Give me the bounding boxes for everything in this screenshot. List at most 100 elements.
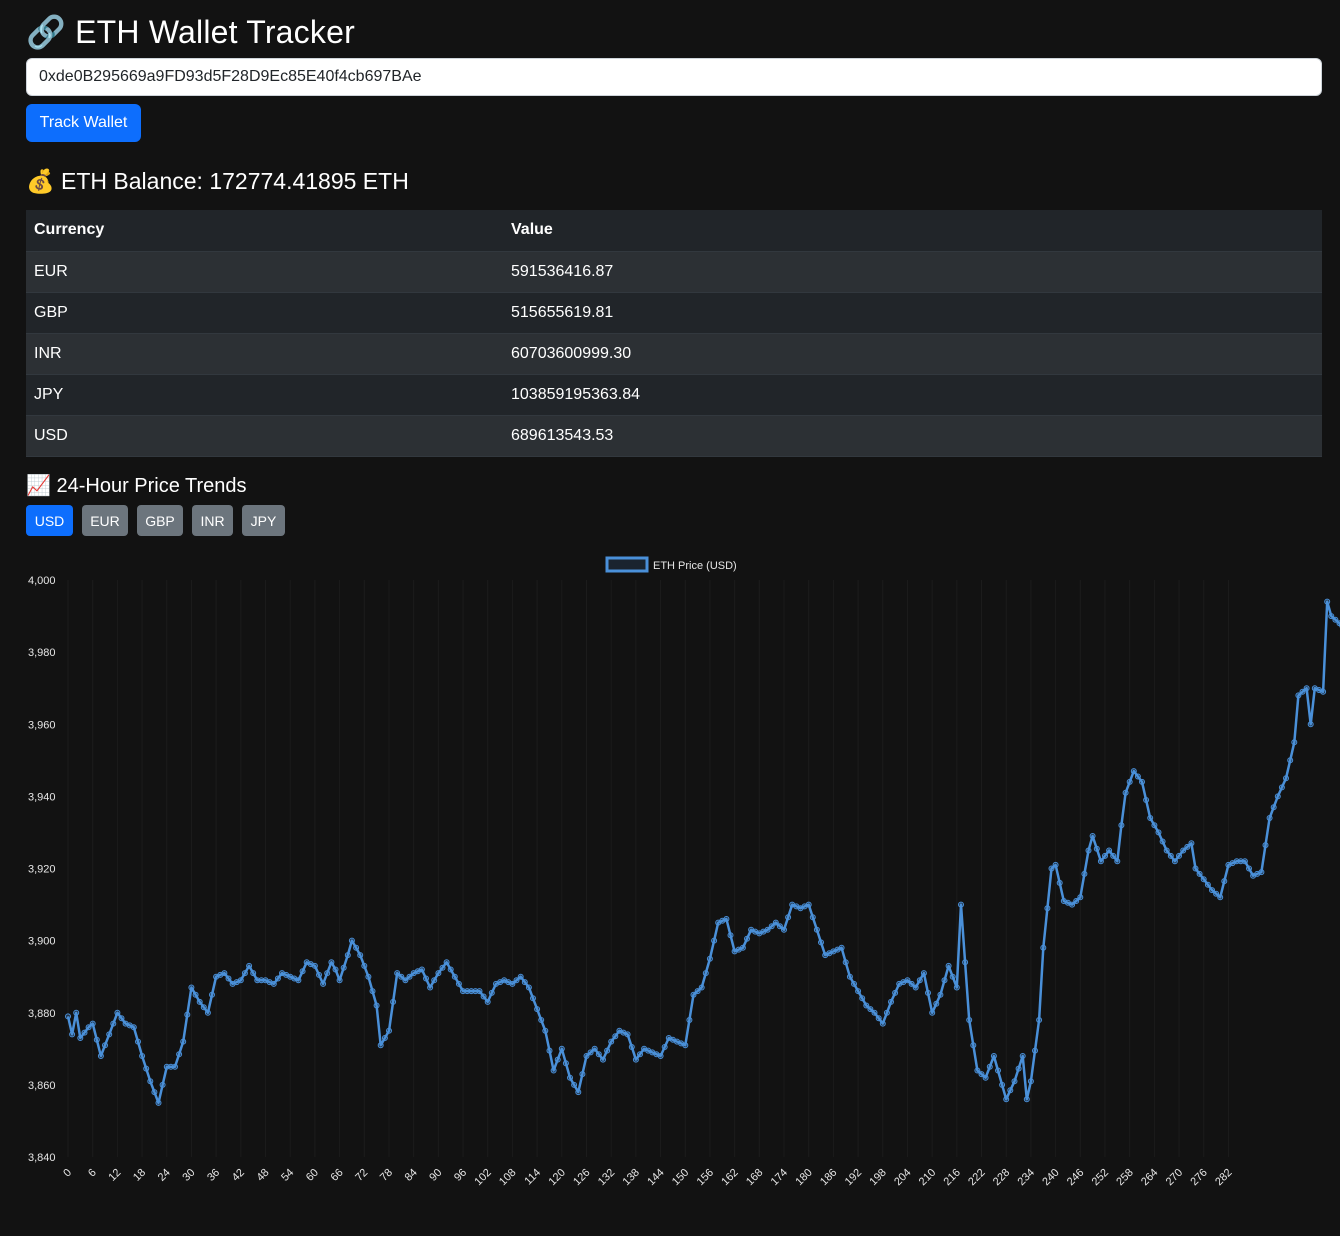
data-point	[1081, 870, 1088, 877]
data-point	[1032, 1047, 1038, 1054]
x-tick-label: 78	[378, 1167, 395, 1184]
data-point	[739, 944, 746, 951]
data-point	[1258, 869, 1265, 876]
tab-eur[interactable]: EUR	[82, 505, 128, 536]
track-wallet-button[interactable]: Track Wallet	[26, 104, 141, 142]
y-tick-label: 3,980	[28, 647, 56, 659]
data-point	[455, 980, 462, 987]
data-point	[1196, 870, 1203, 877]
data-point	[1106, 847, 1113, 854]
data-point	[953, 984, 960, 991]
data-point	[542, 1027, 549, 1034]
x-tick-label: 84	[403, 1167, 420, 1184]
data-point	[624, 1031, 631, 1038]
data-point	[443, 959, 450, 966]
wallet-address-input[interactable]	[26, 58, 1322, 96]
tab-gbp[interactable]: GBP	[137, 505, 183, 536]
data-point	[925, 989, 931, 996]
tab-jpy[interactable]: JPY	[242, 505, 285, 536]
x-tick-label: 48	[254, 1167, 271, 1184]
data-point	[958, 901, 964, 908]
x-tick-label: 132	[596, 1167, 617, 1188]
data-point	[377, 1042, 384, 1049]
data-point	[1188, 840, 1195, 847]
x-tick-label: 60	[304, 1167, 321, 1184]
data-point	[970, 1042, 977, 1049]
data-point	[723, 916, 730, 922]
data-point	[246, 962, 253, 969]
data-point	[431, 977, 438, 984]
x-tick-label: 12	[106, 1167, 123, 1184]
data-point	[1159, 838, 1166, 845]
column-header-value: Value	[503, 210, 1322, 252]
data-point	[1192, 865, 1199, 872]
data-point	[686, 1017, 693, 1023]
data-point	[941, 977, 948, 984]
data-point	[69, 1031, 76, 1038]
x-tick-label: 18	[131, 1167, 148, 1184]
data-point	[744, 935, 750, 942]
money-bag-icon: 💰	[26, 169, 55, 195]
data-point	[488, 989, 495, 996]
data-point	[517, 973, 524, 980]
data-point	[1085, 847, 1092, 854]
data-point	[89, 1020, 96, 1027]
x-tick-label: 96	[452, 1167, 469, 1184]
data-point	[1171, 858, 1178, 865]
data-point	[1134, 773, 1141, 780]
data-point	[554, 1056, 561, 1063]
data-point	[196, 998, 203, 1005]
data-point	[1200, 876, 1207, 883]
data-point	[591, 1045, 598, 1052]
data-point	[628, 1044, 635, 1050]
data-point	[386, 1027, 392, 1034]
tab-inr[interactable]: INR	[192, 505, 233, 536]
y-tick-label: 3,900	[28, 936, 56, 948]
tab-usd[interactable]: USD	[26, 505, 73, 536]
y-tick-label: 3,880	[28, 1008, 56, 1020]
data-point	[361, 962, 368, 969]
chart-up-icon: 📈	[26, 473, 51, 497]
data-point	[916, 977, 923, 984]
data-point	[480, 993, 487, 1000]
x-tick-label: 120	[546, 1167, 567, 1188]
data-point	[155, 1099, 162, 1106]
x-tick-label: 228	[991, 1167, 1012, 1188]
table-row: JPY 103859195363.84	[26, 374, 1322, 416]
link-icon: 🔗	[26, 13, 67, 51]
column-header-currency: Currency	[26, 210, 503, 252]
x-tick-label: 156	[695, 1167, 716, 1188]
x-tick-label: 258	[1114, 1167, 1135, 1188]
data-point	[1241, 858, 1248, 865]
data-point	[575, 1089, 582, 1096]
price-line-chart: 0 6 12 18 24 30 36 42 48 54 60 66 72 78 84 90 96 102 108 11…	[28, 556, 1340, 1188]
data-point	[1073, 898, 1080, 904]
data-point	[1052, 861, 1059, 868]
data-point	[871, 1009, 878, 1016]
currency-cell: INR	[26, 333, 503, 375]
series-line	[66, 600, 1340, 1105]
data-point	[879, 1020, 886, 1027]
data-point	[381, 1035, 388, 1041]
data-point	[818, 939, 824, 946]
data-point	[1283, 775, 1289, 782]
data-point	[451, 973, 458, 980]
data-point	[320, 980, 327, 987]
eth-balance: 💰 ETH Balance: 172774.41895 ETH	[26, 166, 409, 197]
data-point	[369, 988, 376, 995]
page-title: 🔗 ETH Wallet Tracker	[26, 10, 355, 54]
data-point	[159, 1081, 166, 1088]
data-point	[225, 975, 232, 982]
data-point	[571, 1081, 578, 1088]
data-point	[188, 984, 195, 991]
y-tick-label: 3,920	[28, 864, 56, 876]
data-point	[1147, 815, 1154, 821]
data-point	[221, 970, 228, 977]
data-point	[949, 973, 956, 980]
data-point	[418, 966, 425, 973]
app-root: 🔗 ETH Wallet Tracker Track Wallet 💰 ETH …	[0, 0, 1340, 1236]
data-point	[842, 959, 849, 966]
page-title-text: ETH Wallet Tracker	[75, 14, 355, 50]
data-point	[423, 975, 429, 982]
data-point	[1044, 905, 1051, 912]
